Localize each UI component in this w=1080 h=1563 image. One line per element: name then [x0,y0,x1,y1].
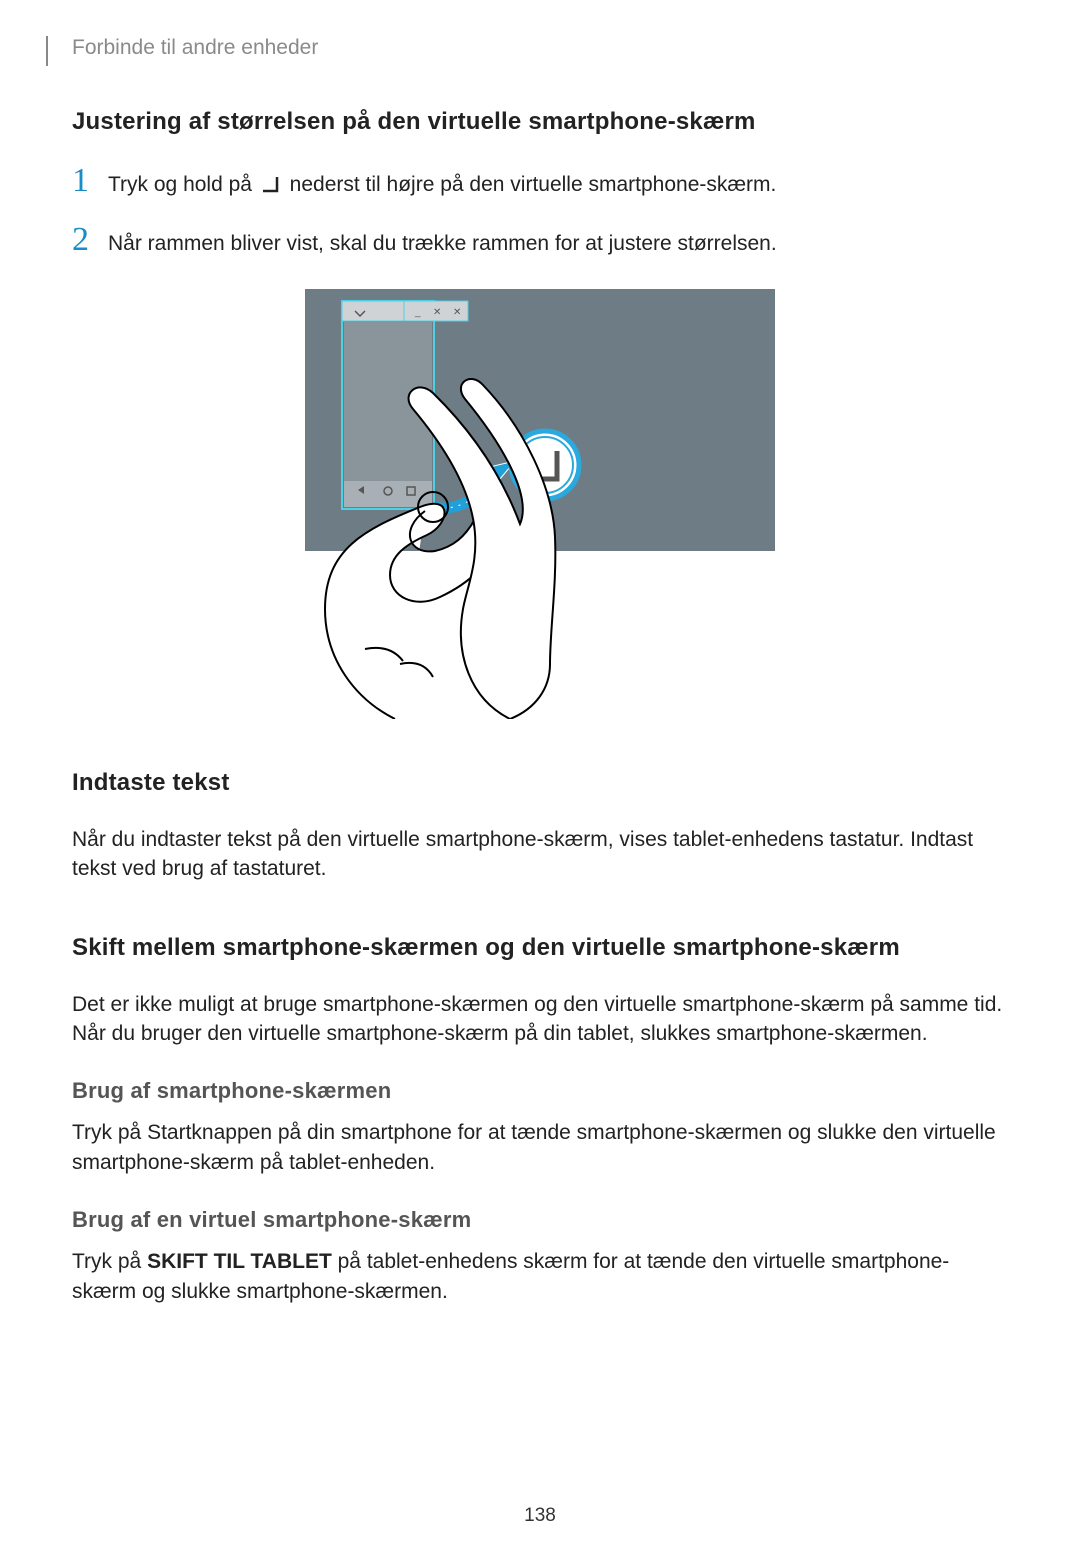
page-number: 138 [0,1505,1080,1527]
step-text: Tryk og hold på nederst til højre på den… [108,170,776,199]
step-number: 1 [72,164,108,198]
sub2-bold: SKIFT TIL TABLET [147,1250,332,1273]
breadcrumb: Forbinde til andre enheder [72,36,1008,60]
heading-resize: Justering af størrelsen på den virtuelle… [72,108,1008,136]
step-1: 1 Tryk og hold på nederst til højre på d… [72,164,1008,199]
heading-type-text: Indtaste tekst [72,769,1008,797]
svg-text:✕: ✕ [453,307,461,318]
page-side-rule [46,36,48,66]
para-use-smartphone: Tryk på Startknappen på din smartphone f… [72,1118,1008,1177]
svg-text:✕: ✕ [433,307,441,318]
subheading-use-virtual: Brug af en virtuel smartphone-skærm [72,1207,1008,1233]
para-type-text: Når du indtaster tekst på den virtuelle … [72,825,1008,884]
step-2: 2 Når rammen bliver vist, skal du trække… [72,223,1008,258]
pinch-zoom-illustration: _ ✕ ✕ [72,289,1008,719]
heading-switch: Skift mellem smartphone-skærmen og den v… [72,934,1008,962]
svg-text:_: _ [414,307,421,318]
step-text: Når rammen bliver vist, skal du trække r… [108,229,777,258]
sub2-pre: Tryk på [72,1250,147,1273]
steps-list: 1 Tryk og hold på nederst til højre på d… [72,164,1008,259]
step1-post: nederst til højre på den virtuelle smart… [290,173,777,196]
resize-handle-icon [261,175,281,193]
para-switch: Det er ikke muligt at bruge smartphone-s… [72,990,1008,1049]
step1-pre: Tryk og hold på [108,173,258,196]
subheading-use-smartphone: Brug af smartphone-skærmen [72,1078,1008,1104]
para-use-virtual: Tryk på SKIFT TIL TABLET på tablet-enhed… [72,1247,1008,1306]
step-number: 2 [72,223,108,257]
